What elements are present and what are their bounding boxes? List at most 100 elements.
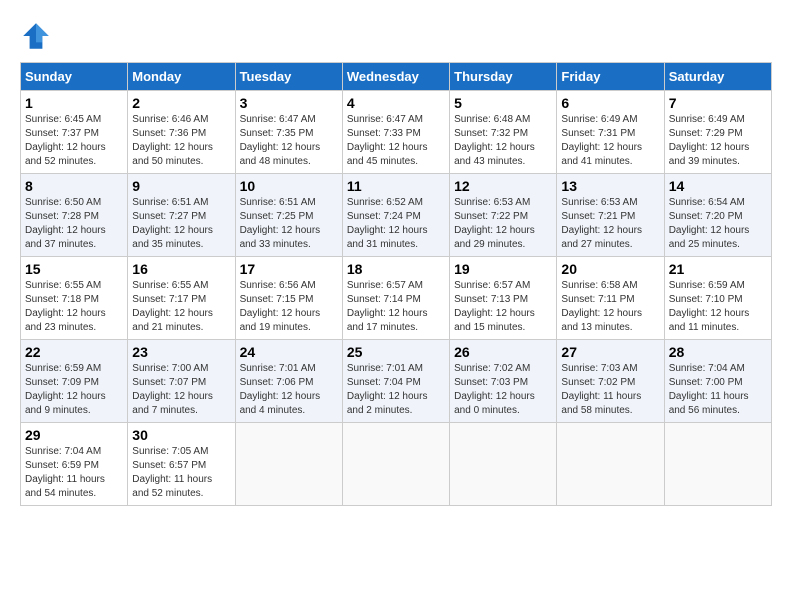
day-info: Sunrise: 6:58 AMSunset: 7:11 PMDaylight:… (561, 280, 642, 333)
day-of-week-header: Monday (128, 63, 235, 91)
day-number: 3 (240, 95, 338, 111)
day-info: Sunrise: 7:03 AMSunset: 7:02 PMDaylight:… (561, 363, 641, 416)
calendar-cell: 23 Sunrise: 7:00 AMSunset: 7:07 PMDaylig… (128, 340, 235, 423)
calendar-cell (664, 423, 771, 506)
day-of-week-header: Sunday (21, 63, 128, 91)
day-info: Sunrise: 6:57 AMSunset: 7:13 PMDaylight:… (454, 280, 535, 333)
day-info: Sunrise: 6:53 AMSunset: 7:21 PMDaylight:… (561, 197, 642, 250)
day-number: 17 (240, 261, 338, 277)
day-of-week-header: Tuesday (235, 63, 342, 91)
calendar-cell: 5 Sunrise: 6:48 AMSunset: 7:32 PMDayligh… (450, 91, 557, 174)
calendar-cell: 21 Sunrise: 6:59 AMSunset: 7:10 PMDaylig… (664, 257, 771, 340)
day-number: 20 (561, 261, 659, 277)
day-of-week-header: Wednesday (342, 63, 449, 91)
day-info: Sunrise: 6:47 AMSunset: 7:33 PMDaylight:… (347, 114, 428, 167)
day-info: Sunrise: 6:55 AMSunset: 7:17 PMDaylight:… (132, 280, 213, 333)
day-info: Sunrise: 6:52 AMSunset: 7:24 PMDaylight:… (347, 197, 428, 250)
calendar-cell: 15 Sunrise: 6:55 AMSunset: 7:18 PMDaylig… (21, 257, 128, 340)
day-info: Sunrise: 6:56 AMSunset: 7:15 PMDaylight:… (240, 280, 321, 333)
logo-icon (20, 20, 52, 52)
day-number: 18 (347, 261, 445, 277)
day-info: Sunrise: 7:04 AMSunset: 6:59 PMDaylight:… (25, 446, 105, 499)
calendar-cell: 14 Sunrise: 6:54 AMSunset: 7:20 PMDaylig… (664, 174, 771, 257)
day-number: 11 (347, 178, 445, 194)
day-info: Sunrise: 6:47 AMSunset: 7:35 PMDaylight:… (240, 114, 321, 167)
calendar-cell: 29 Sunrise: 7:04 AMSunset: 6:59 PMDaylig… (21, 423, 128, 506)
day-of-week-header: Thursday (450, 63, 557, 91)
day-info: Sunrise: 6:49 AMSunset: 7:29 PMDaylight:… (669, 114, 750, 167)
day-of-week-header: Friday (557, 63, 664, 91)
calendar-week-row: 1 Sunrise: 6:45 AMSunset: 7:37 PMDayligh… (21, 91, 772, 174)
day-info: Sunrise: 6:59 AMSunset: 7:09 PMDaylight:… (25, 363, 106, 416)
calendar-cell: 13 Sunrise: 6:53 AMSunset: 7:21 PMDaylig… (557, 174, 664, 257)
calendar-cell (235, 423, 342, 506)
day-number: 14 (669, 178, 767, 194)
day-info: Sunrise: 6:51 AMSunset: 7:27 PMDaylight:… (132, 197, 213, 250)
day-number: 25 (347, 344, 445, 360)
calendar-cell: 16 Sunrise: 6:55 AMSunset: 7:17 PMDaylig… (128, 257, 235, 340)
day-info: Sunrise: 7:01 AMSunset: 7:06 PMDaylight:… (240, 363, 321, 416)
calendar-cell: 12 Sunrise: 6:53 AMSunset: 7:22 PMDaylig… (450, 174, 557, 257)
calendar-cell: 8 Sunrise: 6:50 AMSunset: 7:28 PMDayligh… (21, 174, 128, 257)
day-info: Sunrise: 6:48 AMSunset: 7:32 PMDaylight:… (454, 114, 535, 167)
calendar-week-row: 8 Sunrise: 6:50 AMSunset: 7:28 PMDayligh… (21, 174, 772, 257)
calendar-cell: 4 Sunrise: 6:47 AMSunset: 7:33 PMDayligh… (342, 91, 449, 174)
page-header (20, 20, 772, 52)
calendar-table: SundayMondayTuesdayWednesdayThursdayFrid… (20, 62, 772, 506)
day-number: 9 (132, 178, 230, 194)
calendar-cell (342, 423, 449, 506)
calendar-week-row: 15 Sunrise: 6:55 AMSunset: 7:18 PMDaylig… (21, 257, 772, 340)
calendar-cell: 27 Sunrise: 7:03 AMSunset: 7:02 PMDaylig… (557, 340, 664, 423)
day-number: 12 (454, 178, 552, 194)
day-number: 24 (240, 344, 338, 360)
calendar-cell: 25 Sunrise: 7:01 AMSunset: 7:04 PMDaylig… (342, 340, 449, 423)
calendar-cell: 18 Sunrise: 6:57 AMSunset: 7:14 PMDaylig… (342, 257, 449, 340)
calendar-cell: 26 Sunrise: 7:02 AMSunset: 7:03 PMDaylig… (450, 340, 557, 423)
day-info: Sunrise: 7:02 AMSunset: 7:03 PMDaylight:… (454, 363, 535, 416)
day-number: 23 (132, 344, 230, 360)
day-number: 7 (669, 95, 767, 111)
day-number: 2 (132, 95, 230, 111)
logo (20, 20, 56, 52)
calendar-cell (557, 423, 664, 506)
day-info: Sunrise: 6:46 AMSunset: 7:36 PMDaylight:… (132, 114, 213, 167)
day-info: Sunrise: 6:53 AMSunset: 7:22 PMDaylight:… (454, 197, 535, 250)
day-info: Sunrise: 7:04 AMSunset: 7:00 PMDaylight:… (669, 363, 749, 416)
calendar-cell: 17 Sunrise: 6:56 AMSunset: 7:15 PMDaylig… (235, 257, 342, 340)
day-number: 27 (561, 344, 659, 360)
calendar-cell: 20 Sunrise: 6:58 AMSunset: 7:11 PMDaylig… (557, 257, 664, 340)
day-number: 16 (132, 261, 230, 277)
day-info: Sunrise: 6:49 AMSunset: 7:31 PMDaylight:… (561, 114, 642, 167)
day-number: 29 (25, 427, 123, 443)
day-info: Sunrise: 7:00 AMSunset: 7:07 PMDaylight:… (132, 363, 213, 416)
day-number: 30 (132, 427, 230, 443)
calendar-cell: 11 Sunrise: 6:52 AMSunset: 7:24 PMDaylig… (342, 174, 449, 257)
day-number: 19 (454, 261, 552, 277)
day-number: 28 (669, 344, 767, 360)
calendar-header-row: SundayMondayTuesdayWednesdayThursdayFrid… (21, 63, 772, 91)
day-number: 15 (25, 261, 123, 277)
day-number: 1 (25, 95, 123, 111)
calendar-week-row: 29 Sunrise: 7:04 AMSunset: 6:59 PMDaylig… (21, 423, 772, 506)
day-info: Sunrise: 7:05 AMSunset: 6:57 PMDaylight:… (132, 446, 212, 499)
calendar-cell: 7 Sunrise: 6:49 AMSunset: 7:29 PMDayligh… (664, 91, 771, 174)
calendar-cell: 3 Sunrise: 6:47 AMSunset: 7:35 PMDayligh… (235, 91, 342, 174)
calendar-body: 1 Sunrise: 6:45 AMSunset: 7:37 PMDayligh… (21, 91, 772, 506)
day-info: Sunrise: 6:57 AMSunset: 7:14 PMDaylight:… (347, 280, 428, 333)
day-number: 8 (25, 178, 123, 194)
calendar-cell: 10 Sunrise: 6:51 AMSunset: 7:25 PMDaylig… (235, 174, 342, 257)
day-number: 5 (454, 95, 552, 111)
day-info: Sunrise: 6:54 AMSunset: 7:20 PMDaylight:… (669, 197, 750, 250)
day-info: Sunrise: 6:51 AMSunset: 7:25 PMDaylight:… (240, 197, 321, 250)
day-info: Sunrise: 6:55 AMSunset: 7:18 PMDaylight:… (25, 280, 106, 333)
calendar-cell: 9 Sunrise: 6:51 AMSunset: 7:27 PMDayligh… (128, 174, 235, 257)
day-info: Sunrise: 6:50 AMSunset: 7:28 PMDaylight:… (25, 197, 106, 250)
calendar-cell: 2 Sunrise: 6:46 AMSunset: 7:36 PMDayligh… (128, 91, 235, 174)
day-info: Sunrise: 6:45 AMSunset: 7:37 PMDaylight:… (25, 114, 106, 167)
calendar-cell: 28 Sunrise: 7:04 AMSunset: 7:00 PMDaylig… (664, 340, 771, 423)
calendar-cell: 22 Sunrise: 6:59 AMSunset: 7:09 PMDaylig… (21, 340, 128, 423)
day-number: 10 (240, 178, 338, 194)
calendar-week-row: 22 Sunrise: 6:59 AMSunset: 7:09 PMDaylig… (21, 340, 772, 423)
day-info: Sunrise: 6:59 AMSunset: 7:10 PMDaylight:… (669, 280, 750, 333)
calendar-cell: 24 Sunrise: 7:01 AMSunset: 7:06 PMDaylig… (235, 340, 342, 423)
